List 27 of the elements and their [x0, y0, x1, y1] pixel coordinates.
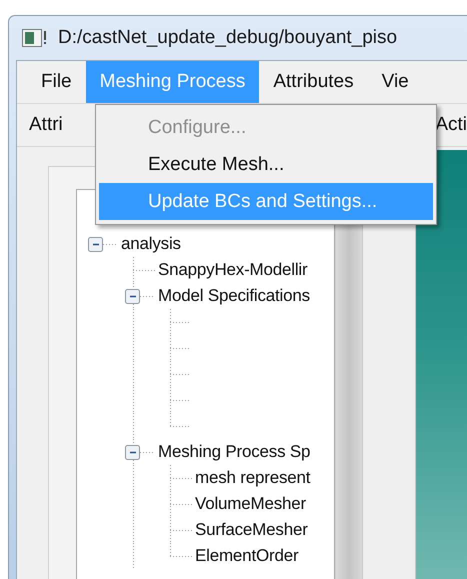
- tree-line: [133, 517, 192, 543]
- tree-item[interactable]: SurfaceMesher: [195, 520, 308, 540]
- collapse-icon[interactable]: [125, 445, 140, 460]
- menu-option[interactable]: Execute Mesh...: [99, 146, 433, 183]
- tree-line: [133, 361, 190, 387]
- tree-item[interactable]: SnappyHex-Modellir: [158, 260, 308, 280]
- menu-item[interactable]: File: [27, 61, 86, 103]
- window-icon: [22, 29, 48, 47]
- tree-item[interactable]: Model Specifications: [158, 286, 310, 306]
- menu-item[interactable]: Attributes: [259, 61, 368, 103]
- tree-item[interactable]: VolumeMesher: [195, 494, 306, 514]
- tree-line: [133, 543, 192, 569]
- tree-line: [102, 244, 118, 245]
- tree-item[interactable]: mesh represent: [195, 468, 310, 488]
- collapse-icon[interactable]: [88, 237, 103, 252]
- toolbar-label[interactable]: Attri: [29, 114, 63, 136]
- collapse-icon[interactable]: [125, 289, 140, 304]
- tree-line: [132, 257, 156, 283]
- menu-item[interactable]: Vie: [368, 61, 423, 103]
- toolbar-label[interactable]: Acti: [435, 114, 467, 136]
- window-title: D:/castNet_update_debug/bouyant_piso: [58, 27, 398, 49]
- tree-line: [133, 491, 192, 517]
- tree-line: [133, 335, 190, 361]
- tree-item[interactable]: Meshing Process Sp: [158, 442, 310, 462]
- tree-item[interactable]: analysis: [121, 234, 181, 254]
- tree-item[interactable]: ElementOrder: [195, 546, 298, 566]
- tree-line: [133, 387, 190, 413]
